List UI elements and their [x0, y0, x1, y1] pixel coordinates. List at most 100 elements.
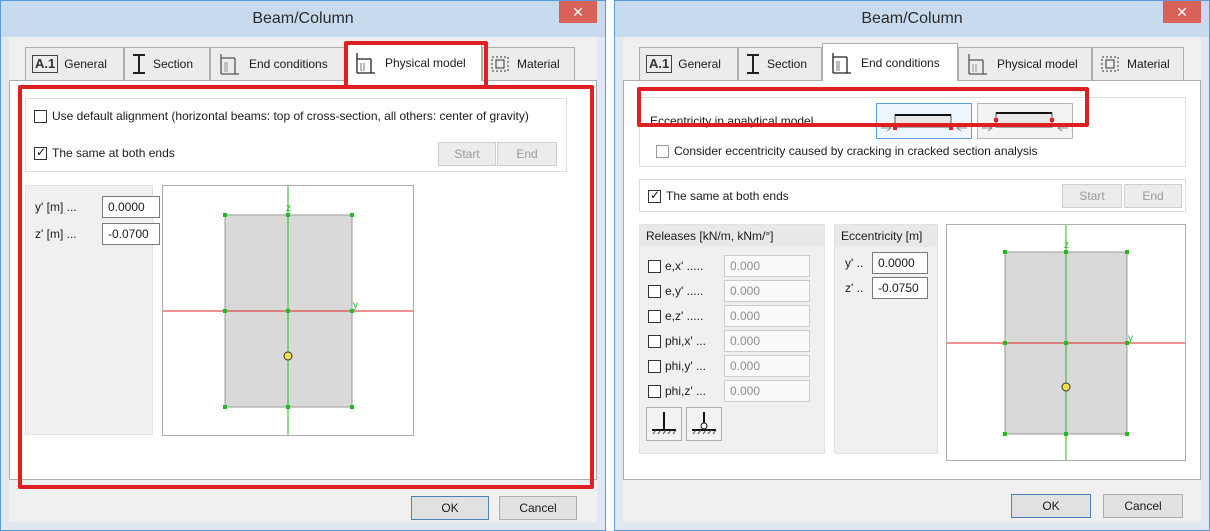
- tab-end-conditions[interactable]: End conditions: [822, 43, 958, 81]
- release-checkbox[interactable]: [648, 360, 661, 373]
- cross-section-preview: z y: [946, 224, 1186, 461]
- end-button[interactable]: End: [1124, 184, 1182, 208]
- tab-label: Material: [517, 57, 560, 71]
- dialog-client: A.1 General Section End conditions Physi…: [9, 37, 597, 522]
- cracking-eccentricity-checkbox[interactable]: Consider eccentricity caused by cracking…: [656, 144, 1038, 158]
- release-label: e,z' .....: [665, 309, 704, 323]
- dialog-client: A.1 General Section End conditions Physi…: [623, 37, 1201, 522]
- release-checkbox[interactable]: [648, 385, 661, 398]
- release-label: e,y' .....: [665, 284, 704, 298]
- releases-panel: Releases [kN/m, kNm/°] e,x' ..... 0.000 e,…: [639, 224, 825, 454]
- release-value-input[interactable]: 0.000: [724, 255, 810, 277]
- tab-general[interactable]: A.1 General: [25, 47, 124, 80]
- pinned-support-button[interactable]: [686, 407, 722, 441]
- ecc-z-input[interactable]: -0.0750: [872, 277, 928, 299]
- material-icon: [1099, 54, 1121, 74]
- start-button[interactable]: Start: [1062, 184, 1122, 208]
- title-bar[interactable]: Beam/Column ✕: [615, 1, 1209, 37]
- a1-icon: A.1: [32, 55, 59, 73]
- i-beam-icon: [131, 53, 147, 75]
- close-button[interactable]: ✕: [1163, 1, 1201, 23]
- close-button[interactable]: ✕: [559, 1, 597, 23]
- same-ends-group: The same at both ends Start End: [639, 179, 1186, 212]
- checkbox-box[interactable]: [34, 109, 47, 123]
- physical-model-icon: [353, 51, 379, 75]
- tab-material[interactable]: Material: [482, 47, 575, 80]
- dialog-physical-model: Beam/Column ✕ A.1 General Section End co…: [0, 0, 606, 531]
- ok-button[interactable]: OK: [411, 496, 489, 520]
- release-value-input[interactable]: 0.000: [724, 330, 810, 352]
- eccentricity-panel: Eccentricity [m] y' .. 0.0000 z' .. -0.0…: [834, 224, 938, 454]
- same-both-ends-checkbox[interactable]: The same at both ends: [648, 188, 789, 203]
- release-value-input[interactable]: 0.000: [724, 305, 810, 327]
- material-icon: [489, 54, 511, 74]
- ecc-y-label: y' ..: [845, 256, 864, 270]
- tab-physical-model[interactable]: Physical model: [346, 43, 482, 81]
- default-alignment-checkbox[interactable]: Use default alignment (horizontal beams:…: [34, 109, 529, 123]
- tab-section[interactable]: Section: [124, 47, 210, 80]
- z-offset-input[interactable]: -0.0700: [102, 223, 160, 245]
- y-offset-label: y' [m] ...: [35, 200, 77, 214]
- release-row: phi,x' ... 0.000: [640, 330, 824, 352]
- release-value-input[interactable]: 0.000: [724, 380, 810, 402]
- z-offset-label: z' [m] ...: [35, 227, 77, 241]
- release-value-input[interactable]: 0.000: [724, 355, 810, 377]
- title-bar[interactable]: Beam/Column ✕: [1, 1, 605, 37]
- tab-material[interactable]: Material: [1092, 47, 1184, 80]
- axis-y-label: y: [353, 300, 358, 311]
- ok-button[interactable]: OK: [1011, 494, 1091, 518]
- release-row: phi,z' ... 0.000: [640, 380, 824, 402]
- cross-section-preview: z y: [162, 185, 414, 436]
- eccentricity-top-button[interactable]: [876, 103, 972, 139]
- release-checkbox[interactable]: [648, 310, 661, 323]
- release-label: phi,y' ...: [665, 359, 706, 373]
- end-button[interactable]: End: [497, 142, 557, 166]
- pinned-support-icon: [692, 412, 717, 435]
- release-checkbox[interactable]: [648, 260, 661, 273]
- tab-label: General: [64, 57, 107, 71]
- tab-label: Physical model: [385, 55, 466, 70]
- release-row: e,z' ..... 0.000: [640, 305, 824, 327]
- ecc-z-label: z' ..: [845, 281, 864, 295]
- axis-z-label: z: [1064, 240, 1069, 251]
- ecc-y-input[interactable]: 0.0000: [872, 252, 928, 274]
- tab-end-conditions[interactable]: End conditions: [210, 47, 346, 80]
- window-title: Beam/Column: [252, 10, 354, 27]
- checkbox-box[interactable]: [34, 145, 47, 160]
- tab-label: Material: [1127, 57, 1170, 71]
- checkbox-box[interactable]: [656, 144, 669, 158]
- center-of-gravity-point: [1061, 382, 1071, 392]
- checkbox-box[interactable]: [648, 188, 661, 203]
- y-offset-input[interactable]: 0.0000: [102, 196, 160, 218]
- cross-section-drawing: z y: [163, 186, 413, 435]
- release-label: phi,z' ...: [665, 384, 706, 398]
- window-title: Beam/Column: [861, 10, 963, 27]
- release-label: phi,x' ...: [665, 334, 706, 348]
- same-both-ends-label: The same at both ends: [666, 189, 789, 203]
- eccentricity-center-button[interactable]: [977, 103, 1073, 139]
- cracking-eccentricity-label: Consider eccentricity caused by cracking…: [674, 144, 1038, 158]
- center-of-gravity-point: [283, 351, 293, 361]
- default-alignment-label: Use default alignment (horizontal beams:…: [52, 109, 529, 123]
- a1-icon: A.1: [646, 55, 673, 73]
- eccentricity-center-icon: [982, 112, 1068, 132]
- fixed-support-button[interactable]: [646, 407, 682, 441]
- release-checkbox[interactable]: [648, 285, 661, 298]
- release-checkbox[interactable]: [648, 335, 661, 348]
- tab-general[interactable]: A.1 General: [639, 47, 738, 80]
- tab-label: Section: [767, 57, 808, 71]
- same-both-ends-checkbox[interactable]: The same at both ends: [34, 145, 175, 160]
- eccentricity-model-label: Eccentricity in analytical model .......…: [650, 114, 851, 128]
- dialog-end-conditions: Beam/Column ✕ A.1 General Section End co…: [614, 0, 1210, 531]
- start-button[interactable]: Start: [438, 142, 496, 166]
- physical-model-icon: [965, 52, 991, 76]
- tab-section[interactable]: Section: [738, 47, 822, 80]
- cancel-button[interactable]: Cancel: [1103, 494, 1183, 518]
- tab-label: End conditions: [249, 57, 328, 71]
- tab-physical-model[interactable]: Physical model: [958, 47, 1092, 80]
- release-value-input[interactable]: 0.000: [724, 280, 810, 302]
- fixed-support-icon: [652, 412, 677, 435]
- cancel-button[interactable]: Cancel: [499, 496, 577, 520]
- release-row: e,y' ..... 0.000: [640, 280, 824, 302]
- eccentricity-model-group: Eccentricity in analytical model .......…: [639, 97, 1186, 167]
